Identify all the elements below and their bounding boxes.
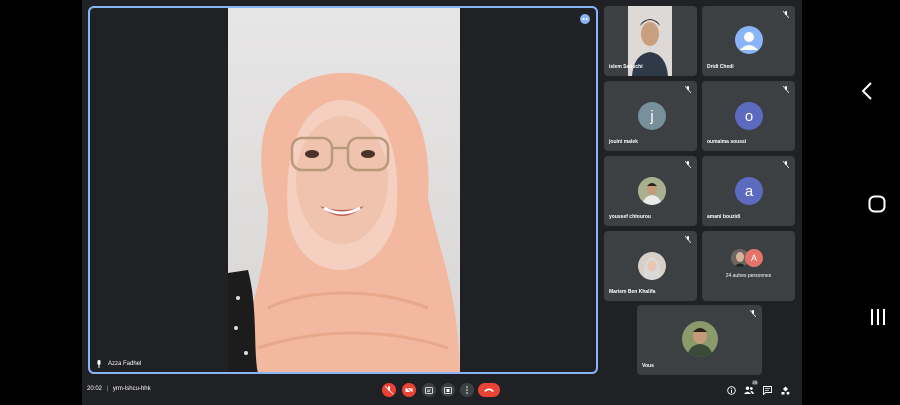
- meeting-info: 20:02 | yrm-lshcu-hhk: [87, 386, 151, 392]
- captions-button[interactable]: [422, 383, 436, 397]
- participant-name: Vous: [642, 363, 654, 369]
- main-speaker-name: Azza Fadhel: [108, 361, 142, 367]
- android-back-button[interactable]: [860, 82, 874, 105]
- meet-window: Azza Fadhel islem Saouchi Dridi Chedi j …: [82, 0, 802, 405]
- participant-tile-amani[interactable]: a amani bouzidi: [702, 156, 795, 226]
- present-icon: [444, 386, 452, 394]
- chat-button[interactable]: [761, 384, 773, 396]
- participant-photo: [638, 177, 666, 205]
- avatar-letter: j: [638, 102, 666, 130]
- back-arrow-icon: [861, 82, 872, 100]
- others-count-label: 24 autres personnes: [725, 273, 772, 279]
- bottom-toolbar: 20:02 | yrm-lshcu-hhk 29: [82, 378, 802, 405]
- participant-tile-islem[interactable]: islem Saouchi: [604, 6, 697, 76]
- more-options-button[interactable]: [460, 383, 474, 397]
- pin-icon[interactable]: [580, 14, 590, 24]
- present-button[interactable]: [441, 383, 455, 397]
- main-speaker-label: Azza Fadhel: [96, 360, 141, 368]
- participant-tile-dridi[interactable]: Dridi Chedi: [702, 6, 795, 76]
- participant-name: Mariem Ben Khalifa: [609, 289, 656, 295]
- speaker-video: [228, 8, 460, 372]
- participant-tile-oumaima[interactable]: o oumaima soussi: [702, 81, 795, 151]
- mic-toggle-button[interactable]: [382, 383, 396, 397]
- people-button[interactable]: 29: [743, 380, 758, 396]
- people-icon: [744, 386, 754, 394]
- participant-tile-jouini[interactable]: j jouini malek: [604, 81, 697, 151]
- info-icon: [726, 385, 736, 395]
- mic-off-icon: [750, 310, 756, 317]
- mic-off-icon: [685, 86, 691, 93]
- mic-off-icon: [783, 161, 789, 168]
- hangup-icon: [484, 388, 494, 392]
- mic-off-icon: [685, 161, 691, 168]
- mic-off-icon: [685, 236, 691, 243]
- activities-button[interactable]: [779, 384, 791, 396]
- more-icon: [466, 386, 468, 394]
- participant-name: oumaima soussi: [707, 139, 747, 145]
- camera-toggle-button[interactable]: [402, 383, 416, 397]
- chat-icon: [762, 385, 772, 395]
- others-tile[interactable]: A 24 autres personnes: [702, 231, 795, 301]
- camera-off-icon: [405, 386, 413, 394]
- default-avatar-icon: [735, 26, 763, 54]
- recents-icon: [871, 309, 885, 325]
- leave-call-button[interactable]: [478, 383, 500, 397]
- meeting-time: 20:02: [87, 386, 103, 392]
- avatar-letter: a: [735, 177, 763, 205]
- mic-off-icon: [783, 11, 789, 18]
- activities-icon: [781, 386, 789, 395]
- participant-tile-mariem[interactable]: Mariem Ben Khalifa: [604, 231, 697, 301]
- self-photo: [682, 321, 718, 357]
- participant-name: amani bouzidi: [707, 214, 741, 220]
- mic-off-icon: [783, 86, 789, 93]
- main-speaker-tile[interactable]: Azza Fadhel: [88, 6, 598, 374]
- participant-name: jouini malek: [609, 139, 638, 145]
- participant-name: youssef chtourou: [609, 214, 651, 220]
- android-recents-button[interactable]: [869, 308, 887, 331]
- people-count-badge: 29: [751, 380, 758, 385]
- android-home-button[interactable]: [868, 195, 886, 218]
- participant-tile-youssef[interactable]: youssef chtourou: [604, 156, 697, 226]
- meeting-code: yrm-lshcu-hhk: [112, 386, 151, 392]
- avatar-letter: o: [735, 102, 763, 130]
- home-icon: [868, 195, 886, 213]
- participant-name: Dridi Chedi: [707, 64, 734, 70]
- participant-name: islem Saouchi: [609, 64, 643, 70]
- meeting-details-button[interactable]: [725, 384, 737, 396]
- participant-photo: [638, 252, 666, 280]
- mic-off-icon: [385, 386, 393, 394]
- captions-icon: [425, 386, 433, 394]
- separator: |: [106, 386, 109, 392]
- avatar-letter: A: [745, 249, 763, 267]
- mic-icon: [97, 360, 101, 368]
- self-tile[interactable]: Vous: [637, 305, 762, 375]
